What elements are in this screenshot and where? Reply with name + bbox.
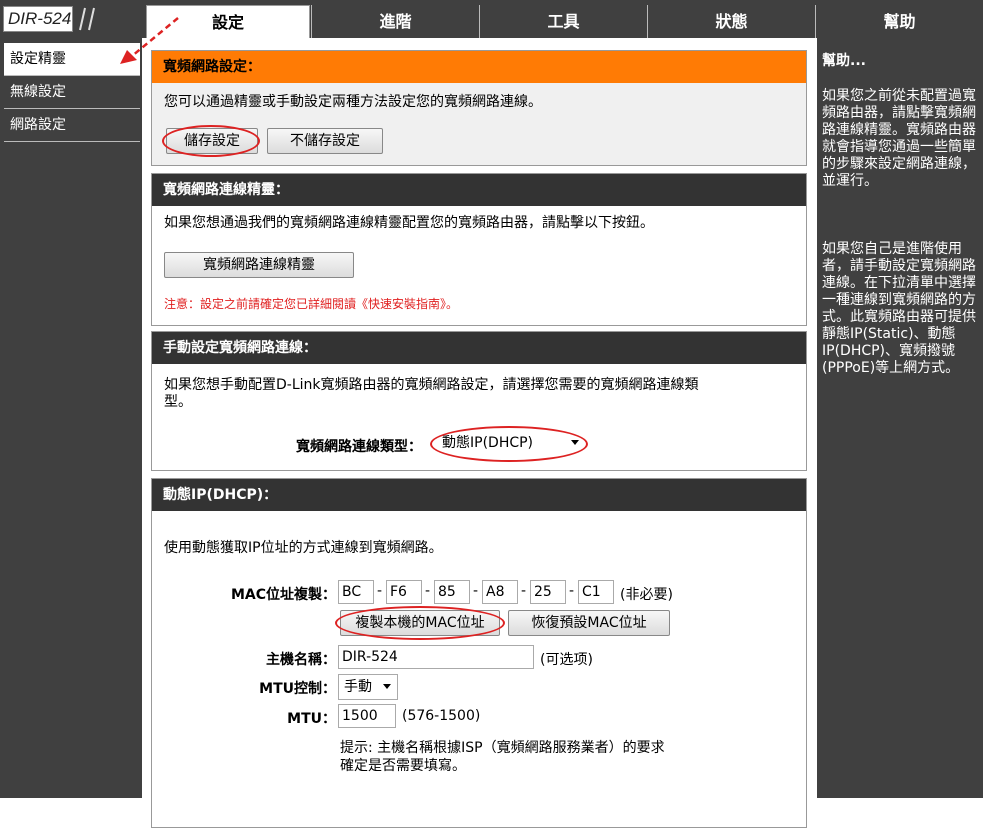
mtu-label: MTU：	[287, 711, 336, 727]
help-paragraph-1: 如果您之前從未配置過寬頻路由器，請點擊寬頻網路連線精靈。寬頻路由器就會指導您通過…	[822, 88, 976, 189]
manual-setup-panel: 手動設定寬頻網路連線： 如果您想手動配置D-Link寬頻路由器的寬頻網路設定，請…	[151, 331, 807, 471]
mtu-control-value: 手動	[344, 679, 372, 695]
dhcp-description: 使用動態獲取IP位址的方式連線到寬頻網路。	[164, 540, 443, 556]
sidebar-item-wireless[interactable]: 無線設定	[4, 76, 140, 109]
tab-advanced[interactable]: 進階	[311, 5, 479, 38]
wizard-description: 如果您想通過我們的寬頻網路連線精靈配置您的寬頻路由器，請點擊以下按鈕。	[164, 215, 654, 231]
dhcp-title: 動態IP(DHCP)：	[152, 479, 806, 511]
tab-help[interactable]: 幫助	[815, 5, 983, 38]
mac-field-6[interactable]: C1	[578, 580, 614, 604]
internet-setup-title: 寬頻網路設定：	[152, 51, 806, 83]
mac-clone-label: MAC位址複製：	[230, 587, 336, 603]
mac-field-2[interactable]: F6	[386, 580, 422, 604]
clone-mac-button[interactable]: 複製本機的MAC位址	[340, 610, 500, 636]
mtu-range-hint: (576-1500)	[402, 708, 481, 724]
chevron-down-icon	[571, 440, 579, 445]
mac-separator: -	[377, 583, 383, 599]
wizard-panel: 寬頻網路連線精靈： 如果您想通過我們的寬頻網路連線精靈配置您的寬頻路由器，請點擊…	[151, 173, 807, 326]
mac-optional-hint: (非必要)	[620, 587, 673, 603]
help-panel: 幫助... 如果您之前從未配置過寬頻路由器，請點擊寬頻網路連線精靈。寬頻路由器就…	[817, 38, 983, 798]
tab-tools[interactable]: 工具	[479, 5, 647, 38]
connection-type-label: 寬頻網路連線類型：	[296, 439, 422, 455]
mtu-control-label: MTU控制：	[259, 681, 336, 697]
mac-separator: -	[425, 583, 431, 599]
host-name-optional-hint: (可选项)	[540, 652, 593, 668]
hint-line2: 確定是否需要填寫。	[340, 758, 466, 774]
wizard-note: 注意：設定之前請確定您已詳細閱讀《快速安裝指南》。	[164, 297, 459, 311]
sidebar: 設定精靈 無線設定 網路設定	[0, 38, 142, 798]
mac-separator: -	[521, 583, 527, 599]
dhcp-panel: 動態IP(DHCP)： 使用動態獲取IP位址的方式連線到寬頻網路。 MAC位址複…	[151, 478, 807, 828]
dont-save-settings-button[interactable]: 不儲存設定	[267, 128, 383, 154]
save-settings-button[interactable]: 儲存設定	[166, 128, 258, 154]
manual-description-line1: 如果您想手動配置D-Link寬頻路由器的寬頻網路設定，請選擇您需要的寬頻網路連線…	[164, 377, 699, 393]
host-name-input[interactable]: DIR-524	[338, 645, 534, 669]
mac-field-3[interactable]: 85	[434, 580, 470, 604]
wizard-title: 寬頻網路連線精靈：	[152, 174, 806, 206]
model-logo: DIR-524	[3, 6, 73, 32]
host-name-label: 主機名稱：	[266, 652, 336, 668]
connection-type-select[interactable]: 動態IP(DHCP)	[437, 431, 585, 457]
mac-field-4[interactable]: A8	[482, 580, 518, 604]
tab-status[interactable]: 狀態	[647, 5, 815, 38]
internet-wizard-button[interactable]: 寬頻網路連線精靈	[164, 252, 354, 278]
internet-setup-description: 您可以通過精靈或手動設定兩種方法設定您的寬頻網路連線。	[164, 94, 542, 110]
connection-type-value: 動態IP(DHCP)	[442, 435, 534, 451]
hint-line1: 提示: 主機名稱根據ISP（寬頻網路服務業者）的要求	[340, 740, 665, 756]
mac-field-1[interactable]: BC	[338, 580, 374, 604]
internet-setup-panel: 寬頻網路設定： 您可以通過精靈或手動設定兩種方法設定您的寬頻網路連線。 儲存設定…	[151, 50, 807, 166]
annotation-arrow-icon	[120, 17, 179, 64]
mac-separator: -	[569, 583, 575, 599]
manual-description-line2: 型。	[164, 394, 192, 410]
chevron-down-icon	[383, 684, 391, 689]
manual-setup-title: 手動設定寬頻網路連線：	[152, 332, 806, 364]
mac-field-5[interactable]: 25	[530, 580, 566, 604]
help-paragraph-2: 如果您自己是進階使用者，請手動設定寬頻網路連線。在下拉清單中選擇一種連線到寬頻網…	[822, 241, 976, 376]
mac-separator: -	[473, 583, 479, 599]
help-title: 幫助...	[822, 53, 866, 69]
restore-mac-button[interactable]: 恢復預設MAC位址	[508, 610, 670, 636]
logo-slash-icon	[79, 7, 95, 31]
main-content: 寬頻網路設定： 您可以通過精靈或手動設定兩種方法設定您的寬頻網路連線。 儲存設定…	[142, 38, 817, 828]
sidebar-item-network[interactable]: 網路設定	[4, 109, 140, 142]
mtu-control-select[interactable]: 手動	[338, 674, 398, 700]
mtu-input[interactable]: 1500	[338, 704, 396, 728]
